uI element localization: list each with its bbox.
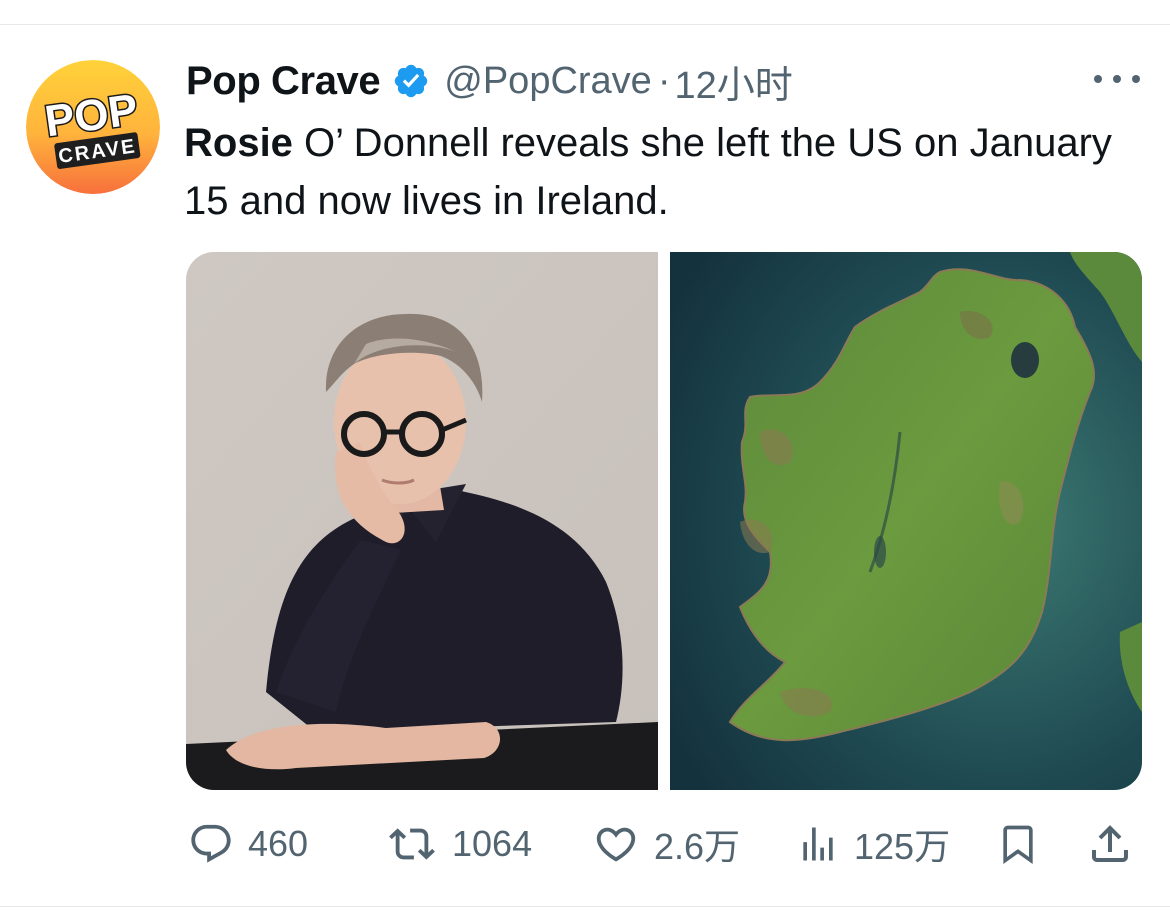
bookmark-button[interactable] [996, 820, 1040, 868]
repost-icon [389, 828, 435, 860]
verified-badge-icon [392, 62, 430, 100]
media-grid [186, 252, 1142, 790]
like-button[interactable]: 2.6万 [592, 820, 740, 868]
tweet-text-body: O’ Donnell reveals she left the US on Ja… [184, 121, 1112, 223]
bookmark-icon [1003, 825, 1033, 865]
user-handle[interactable]: @PopCrave [444, 60, 652, 103]
reply-icon [191, 824, 231, 863]
display-name[interactable]: Pop Crave [186, 59, 381, 104]
like-icon [596, 827, 636, 862]
tweet-text: Rosie O’ Donnell reveals she left the US… [184, 114, 1124, 230]
views-button[interactable]: 125万 [796, 820, 950, 868]
header-separator: · [657, 59, 671, 102]
repost-count: 1064 [452, 823, 533, 864]
views-count: 125万 [854, 826, 951, 867]
share-button[interactable] [1086, 820, 1134, 868]
bottom-divider [0, 906, 1170, 907]
photo-portrait[interactable] [186, 252, 658, 790]
reply-count: 460 [248, 823, 309, 864]
action-bar: 460 1064 2.6万 125万 [186, 812, 1146, 876]
tweet-header: Pop Crave @PopCrave · 12小时 [186, 54, 793, 109]
photo-ireland-map[interactable] [670, 252, 1142, 790]
reply-button[interactable]: 460 [188, 820, 308, 868]
timestamp[interactable]: 12小时 [674, 54, 792, 109]
top-divider [0, 24, 1170, 25]
share-icon [1092, 825, 1128, 862]
repost-button[interactable]: 1064 [386, 820, 532, 868]
tweet-text-bold: Rosie [184, 121, 293, 165]
more-icon[interactable] [1094, 66, 1140, 92]
avatar[interactable]: POP CRAVE [26, 60, 160, 194]
views-icon [803, 827, 833, 861]
like-count: 2.6万 [654, 826, 741, 867]
